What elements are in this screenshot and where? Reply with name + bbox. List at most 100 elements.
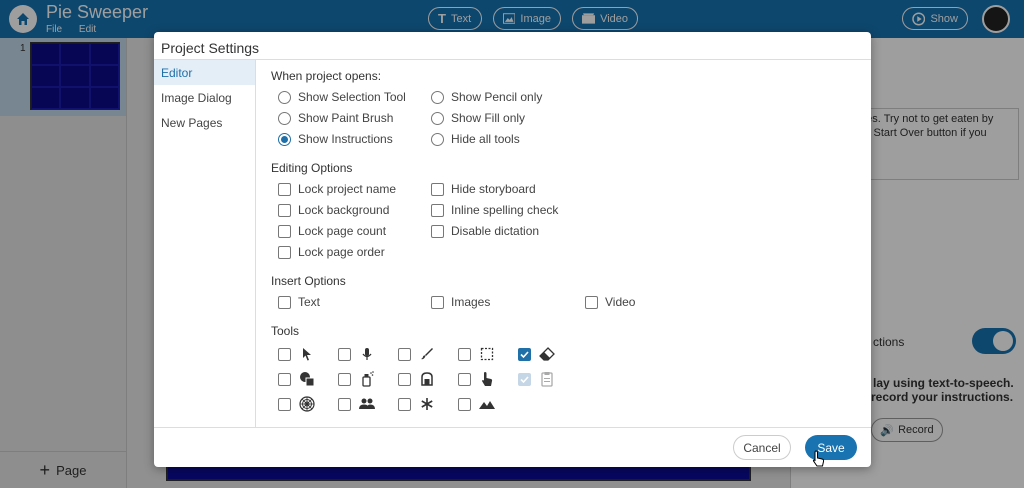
option-label: Lock page count — [298, 224, 387, 238]
checkbox[interactable] — [585, 295, 598, 309]
tool-web[interactable] — [278, 396, 315, 412]
checkbox[interactable] — [278, 203, 291, 217]
option-label: Lock page order — [298, 245, 385, 259]
eraser-icon — [539, 346, 555, 362]
radio-button[interactable] — [431, 132, 444, 146]
radio-button[interactable] — [278, 111, 291, 125]
tool-clipboard[interactable] — [518, 371, 555, 387]
option-label: Show Instructions — [298, 132, 393, 146]
radio-show-selection[interactable]: Show Selection Tool — [278, 90, 406, 104]
checkbox[interactable] — [338, 397, 351, 411]
option-label: Show Pencil only — [451, 90, 543, 104]
checkbox-insert-images[interactable]: Images — [431, 295, 490, 309]
editing-heading: Editing Options — [271, 161, 353, 175]
checkbox[interactable] — [278, 347, 291, 361]
checkbox-lock-background[interactable]: Lock background — [278, 203, 389, 217]
radio-show-paint-brush[interactable]: Show Paint Brush — [278, 111, 393, 125]
checkbox-disable-dictation[interactable]: Disable dictation — [431, 224, 539, 238]
tools-heading: Tools — [271, 324, 300, 338]
option-label: Show Paint Brush — [298, 111, 394, 125]
checkbox-lock-page-count[interactable]: Lock page count — [278, 224, 386, 238]
checkbox[interactable] — [338, 372, 351, 386]
when-opens-heading: When project opens: — [271, 69, 382, 83]
checkbox[interactable] — [398, 372, 411, 386]
checkbox[interactable] — [278, 245, 291, 259]
tool-people[interactable] — [338, 396, 375, 412]
checkbox[interactable] — [278, 182, 291, 196]
web-icon — [299, 396, 315, 412]
brush-icon — [419, 346, 435, 362]
settings-content: When project opens: Show Selection Tool … — [256, 59, 871, 427]
tool-pointer[interactable] — [278, 346, 315, 362]
pointer-icon — [299, 346, 315, 362]
tool-shapes[interactable] — [278, 371, 315, 387]
fill-bucket-icon — [419, 371, 435, 387]
checkbox[interactable] — [278, 295, 291, 309]
hand-cursor-icon — [812, 450, 825, 467]
tool-mountain[interactable] — [458, 396, 495, 412]
option-label: Disable dictation — [451, 224, 540, 238]
project-settings-dialog: Project Settings Editor Image Dialog New… — [154, 32, 871, 467]
checkbox[interactable] — [458, 397, 471, 411]
cancel-button[interactable]: Cancel — [733, 435, 791, 460]
checkbox-lock-page-order[interactable]: Lock page order — [278, 245, 385, 259]
radio-show-fill[interactable]: Show Fill only — [431, 111, 525, 125]
tool-eraser[interactable] — [518, 346, 555, 362]
radio-button[interactable] — [278, 132, 291, 146]
radio-button[interactable] — [278, 90, 291, 104]
option-label: Video — [605, 295, 636, 309]
asterisk-icon — [419, 396, 435, 412]
checkbox[interactable] — [398, 347, 411, 361]
tool-fill-bucket[interactable] — [398, 371, 435, 387]
checkbox-insert-text[interactable]: Text — [278, 295, 320, 309]
microphone-icon — [359, 346, 375, 362]
people-icon — [359, 396, 375, 412]
checkbox[interactable] — [431, 224, 444, 238]
clipboard-icon — [539, 371, 555, 387]
option-label: Hide storyboard — [451, 182, 536, 196]
checkbox-hide-storyboard[interactable]: Hide storyboard — [431, 182, 536, 196]
nav-image-dialog[interactable]: Image Dialog — [154, 85, 255, 110]
checkbox-insert-video[interactable]: Video — [585, 295, 635, 309]
radio-show-instructions[interactable]: Show Instructions — [278, 132, 393, 146]
radio-hide-all-tools[interactable]: Hide all tools — [431, 132, 520, 146]
option-label: Lock background — [298, 203, 390, 217]
checkbox[interactable] — [458, 347, 471, 361]
selection-icon — [479, 346, 495, 362]
tool-finger[interactable] — [458, 371, 495, 387]
checkbox[interactable] — [431, 203, 444, 217]
checkbox[interactable] — [431, 295, 444, 309]
insert-heading: Insert Options — [271, 274, 346, 288]
checkbox[interactable] — [458, 372, 471, 386]
tool-spray[interactable] — [338, 371, 375, 387]
option-label: Inline spelling check — [451, 203, 559, 217]
checkbox[interactable] — [338, 347, 351, 361]
nav-editor[interactable]: Editor — [154, 60, 255, 85]
spray-icon — [359, 371, 375, 387]
option-label: Show Selection Tool — [298, 90, 406, 104]
mountain-icon — [479, 396, 495, 412]
option-label: Text — [298, 295, 321, 309]
tool-microphone[interactable] — [338, 346, 375, 362]
tool-brush[interactable] — [398, 346, 435, 362]
finger-icon — [479, 371, 495, 387]
checkbox[interactable] — [431, 182, 444, 196]
nav-new-pages[interactable]: New Pages — [154, 110, 255, 135]
settings-nav: Editor Image Dialog New Pages — [154, 59, 256, 427]
checkbox[interactable] — [278, 224, 291, 238]
radio-button[interactable] — [431, 111, 444, 125]
radio-show-pencil[interactable]: Show Pencil only — [431, 90, 542, 104]
checkbox[interactable] — [278, 372, 291, 386]
checkbox[interactable] — [398, 397, 411, 411]
option-label: Images — [451, 295, 491, 309]
tool-asterisk[interactable] — [398, 396, 435, 412]
checkbox-inline-spelling[interactable]: Inline spelling check — [431, 203, 558, 217]
checkbox[interactable] — [518, 347, 531, 361]
radio-button[interactable] — [431, 90, 444, 104]
option-label: Show Fill only — [451, 111, 526, 125]
checkbox[interactable] — [278, 397, 291, 411]
checkbox-lock-project-name[interactable]: Lock project name — [278, 182, 396, 196]
checkbox[interactable] — [518, 372, 531, 386]
dialog-footer: Cancel Save — [154, 427, 871, 467]
tool-selection[interactable] — [458, 346, 495, 362]
